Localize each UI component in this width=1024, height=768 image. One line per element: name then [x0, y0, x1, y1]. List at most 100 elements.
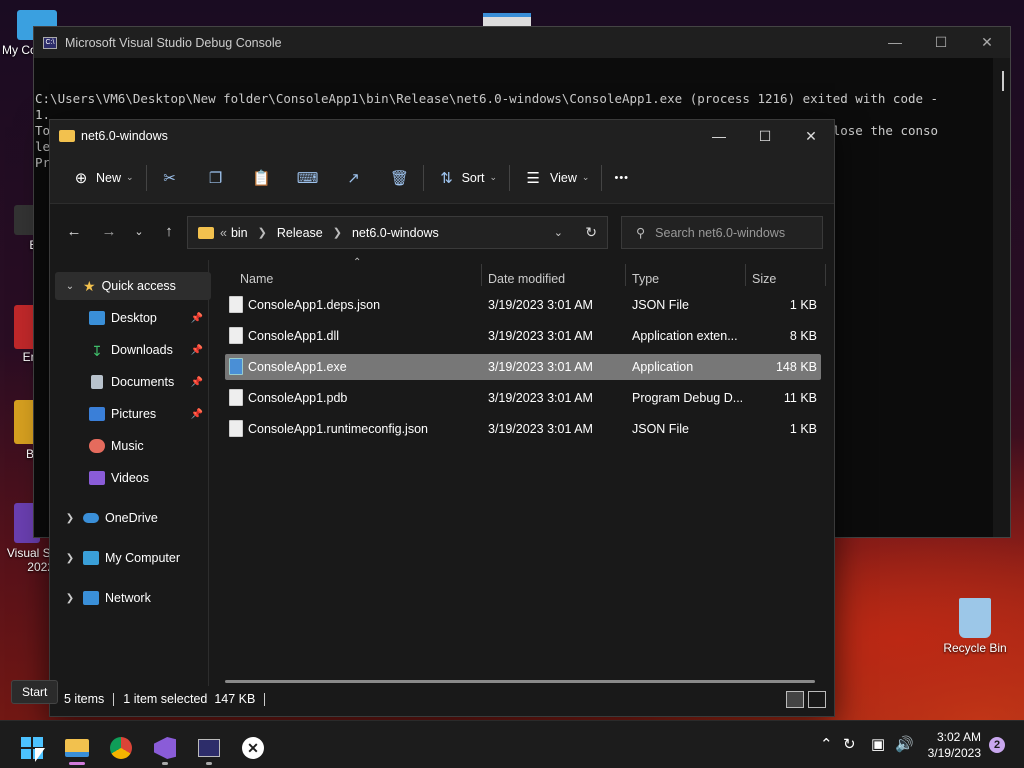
column-size[interactable]: Size	[752, 266, 776, 292]
chevron-down-icon: ⌄	[489, 172, 498, 182]
back-button[interactable]: ←	[58, 215, 90, 247]
more-options-button[interactable]: •••	[608, 162, 635, 194]
folder-icon	[198, 226, 214, 239]
nav-desktop[interactable]: Desktop 📌	[73, 304, 229, 332]
file-row[interactable]: ConsoleApp1.deps.json 3/19/2023 3:01 AM …	[225, 292, 821, 318]
nav-pictures[interactable]: Pictures 📌	[73, 400, 229, 428]
maximize-button[interactable]: ☐	[918, 34, 964, 51]
breadcrumb-overflow[interactable]: «	[220, 226, 227, 240]
nav-onedrive[interactable]: ❯ OneDrive	[55, 504, 211, 532]
sort-label: Sort	[461, 170, 485, 185]
share-button[interactable]: ↗	[337, 162, 371, 194]
paste-button[interactable]: 📋	[245, 162, 279, 194]
breadcrumb-net6[interactable]: net6.0-windows	[352, 226, 439, 240]
taskbar-chrome[interactable]	[101, 731, 141, 765]
chevron-up-icon[interactable]: ⌃	[820, 735, 833, 753]
breadcrumb-bin[interactable]: bin	[231, 226, 248, 240]
address-dropdown-icon[interactable]: ⌄	[554, 226, 563, 239]
search-box[interactable]: ⚲ Search net6.0-windows	[621, 216, 823, 249]
status-bar: 5 items 1 item selected 147 KB	[64, 692, 274, 706]
command-bar: ⊕ New ⌄ ✂ ❐ 📋 ⌨ ↗ 🗑 ⇅ Sort ⌄ ☰ View ⌄ ••…	[50, 152, 834, 204]
console-scrollbar[interactable]	[993, 58, 1010, 537]
nav-label: Quick access	[101, 279, 176, 293]
running-indicator	[206, 762, 212, 765]
column-header-name: Name	[240, 272, 274, 286]
network-icon	[83, 591, 99, 605]
address-bar[interactable]: « bin ❯ Release ❯ net6.0-windows ⌄ ↻	[187, 216, 608, 249]
rename-button[interactable]: ⌨	[291, 162, 325, 194]
nav-label: Music	[111, 439, 144, 453]
breadcrumb-release[interactable]: Release	[277, 226, 323, 240]
volume-icon[interactable]: 🔊	[895, 735, 914, 753]
details-view-icon[interactable]	[786, 691, 804, 708]
column-name[interactable]: Name	[240, 266, 273, 292]
chevron-down-icon[interactable]: ⌄	[63, 281, 77, 292]
clock[interactable]: 3:02 AM 3/19/2023	[928, 729, 981, 761]
nav-documents[interactable]: Documents 📌	[73, 368, 229, 396]
column-divider[interactable]	[745, 264, 746, 286]
refresh-icon[interactable]: ↻	[585, 224, 597, 241]
divider	[601, 164, 603, 191]
delete-button[interactable]: 🗑	[383, 162, 417, 194]
copy-icon: ❐	[208, 169, 223, 187]
cut-button[interactable]: ✂	[153, 162, 187, 194]
notification-badge[interactable]: 2	[989, 737, 1005, 753]
new-button[interactable]: ⊕ New ⌄	[64, 162, 140, 194]
column-divider[interactable]	[825, 264, 826, 286]
up-button[interactable]: ↑	[153, 215, 185, 247]
nav-videos[interactable]: Videos	[73, 464, 229, 492]
column-divider[interactable]	[481, 264, 482, 286]
taskbar-visual-studio[interactable]	[145, 731, 185, 765]
pictures-icon	[89, 407, 105, 421]
taskbar-file-explorer[interactable]	[57, 731, 97, 765]
nav-quick-access[interactable]: ⌄ ★ Quick access	[55, 272, 211, 300]
file-row[interactable]: ConsoleApp1.dll 3/19/2023 3:01 AM Applic…	[225, 323, 821, 349]
horizontal-scrollbar[interactable]	[225, 680, 815, 683]
file-date: 3/19/2023 3:01 AM	[488, 391, 593, 405]
chevron-right-icon[interactable]: ❯	[63, 593, 77, 604]
pin-icon: 📌	[190, 312, 203, 324]
nav-label: Desktop	[111, 311, 157, 325]
chevron-right-icon[interactable]: ❯	[63, 553, 77, 564]
nav-label: OneDrive	[105, 511, 158, 525]
sync-icon[interactable]: ↻	[843, 735, 856, 753]
maximize-button[interactable]: ☐	[742, 128, 788, 145]
file-name: ConsoleApp1.runtimeconfig.json	[248, 422, 428, 436]
console-icon	[198, 739, 220, 757]
download-icon: ↧	[91, 343, 103, 359]
file-row[interactable]: ConsoleApp1.pdb 3/19/2023 3:01 AM Progra…	[225, 385, 821, 411]
file-explorer-window[interactable]: net6.0-windows — ☐ ✕ ⊕ New ⌄ ✂ ❐ 📋 ⌨ ↗ 🗑…	[49, 119, 835, 717]
file-row-selected[interactable]: ConsoleApp1.exe 3/19/2023 3:01 AM Applic…	[225, 354, 821, 380]
minimize-button[interactable]: —	[696, 128, 742, 145]
column-date-modified[interactable]: Date modified	[488, 266, 565, 292]
videos-icon	[89, 471, 105, 485]
sort-button[interactable]: ⇅ Sort ⌄	[430, 162, 503, 194]
divider	[422, 164, 424, 191]
start-button[interactable]	[12, 731, 52, 765]
column-type[interactable]: Type	[632, 266, 659, 292]
search-input[interactable]: Search net6.0-windows	[655, 226, 785, 240]
close-button[interactable]: ✕	[964, 34, 1010, 51]
taskbar-debug-console[interactable]	[189, 731, 229, 765]
copy-button[interactable]: ❐	[199, 162, 233, 194]
nav-network[interactable]: ❯ Network	[55, 584, 211, 612]
nav-my-computer[interactable]: ❯ My Computer	[55, 544, 211, 572]
taskbar-xbox[interactable]: ✕	[233, 731, 273, 765]
tiles-view-icon[interactable]	[808, 691, 826, 708]
recent-locations-button[interactable]: ⌄	[125, 215, 153, 247]
file-row[interactable]: ConsoleApp1.runtimeconfig.json 3/19/2023…	[225, 416, 821, 442]
forward-button[interactable]: →	[93, 215, 125, 247]
desktop-icon-recycle-bin[interactable]: Recycle Bin	[941, 598, 1009, 655]
chrome-icon	[110, 737, 132, 759]
explorer-titlebar[interactable]: net6.0-windows — ☐ ✕	[50, 120, 834, 152]
nav-music[interactable]: Music	[73, 432, 229, 460]
console-titlebar[interactable]: C:\ Microsoft Visual Studio Debug Consol…	[34, 27, 1010, 58]
network-icon[interactable]: ▣	[871, 735, 885, 753]
nav-downloads[interactable]: ↧ Downloads 📌	[73, 336, 229, 364]
item-count: 5 items	[64, 692, 105, 706]
view-button[interactable]: ☰ View ⌄	[516, 162, 595, 194]
column-divider[interactable]	[625, 264, 626, 286]
minimize-button[interactable]: —	[872, 34, 918, 51]
chevron-right-icon[interactable]: ❯	[63, 513, 77, 524]
close-button[interactable]: ✕	[788, 128, 834, 145]
